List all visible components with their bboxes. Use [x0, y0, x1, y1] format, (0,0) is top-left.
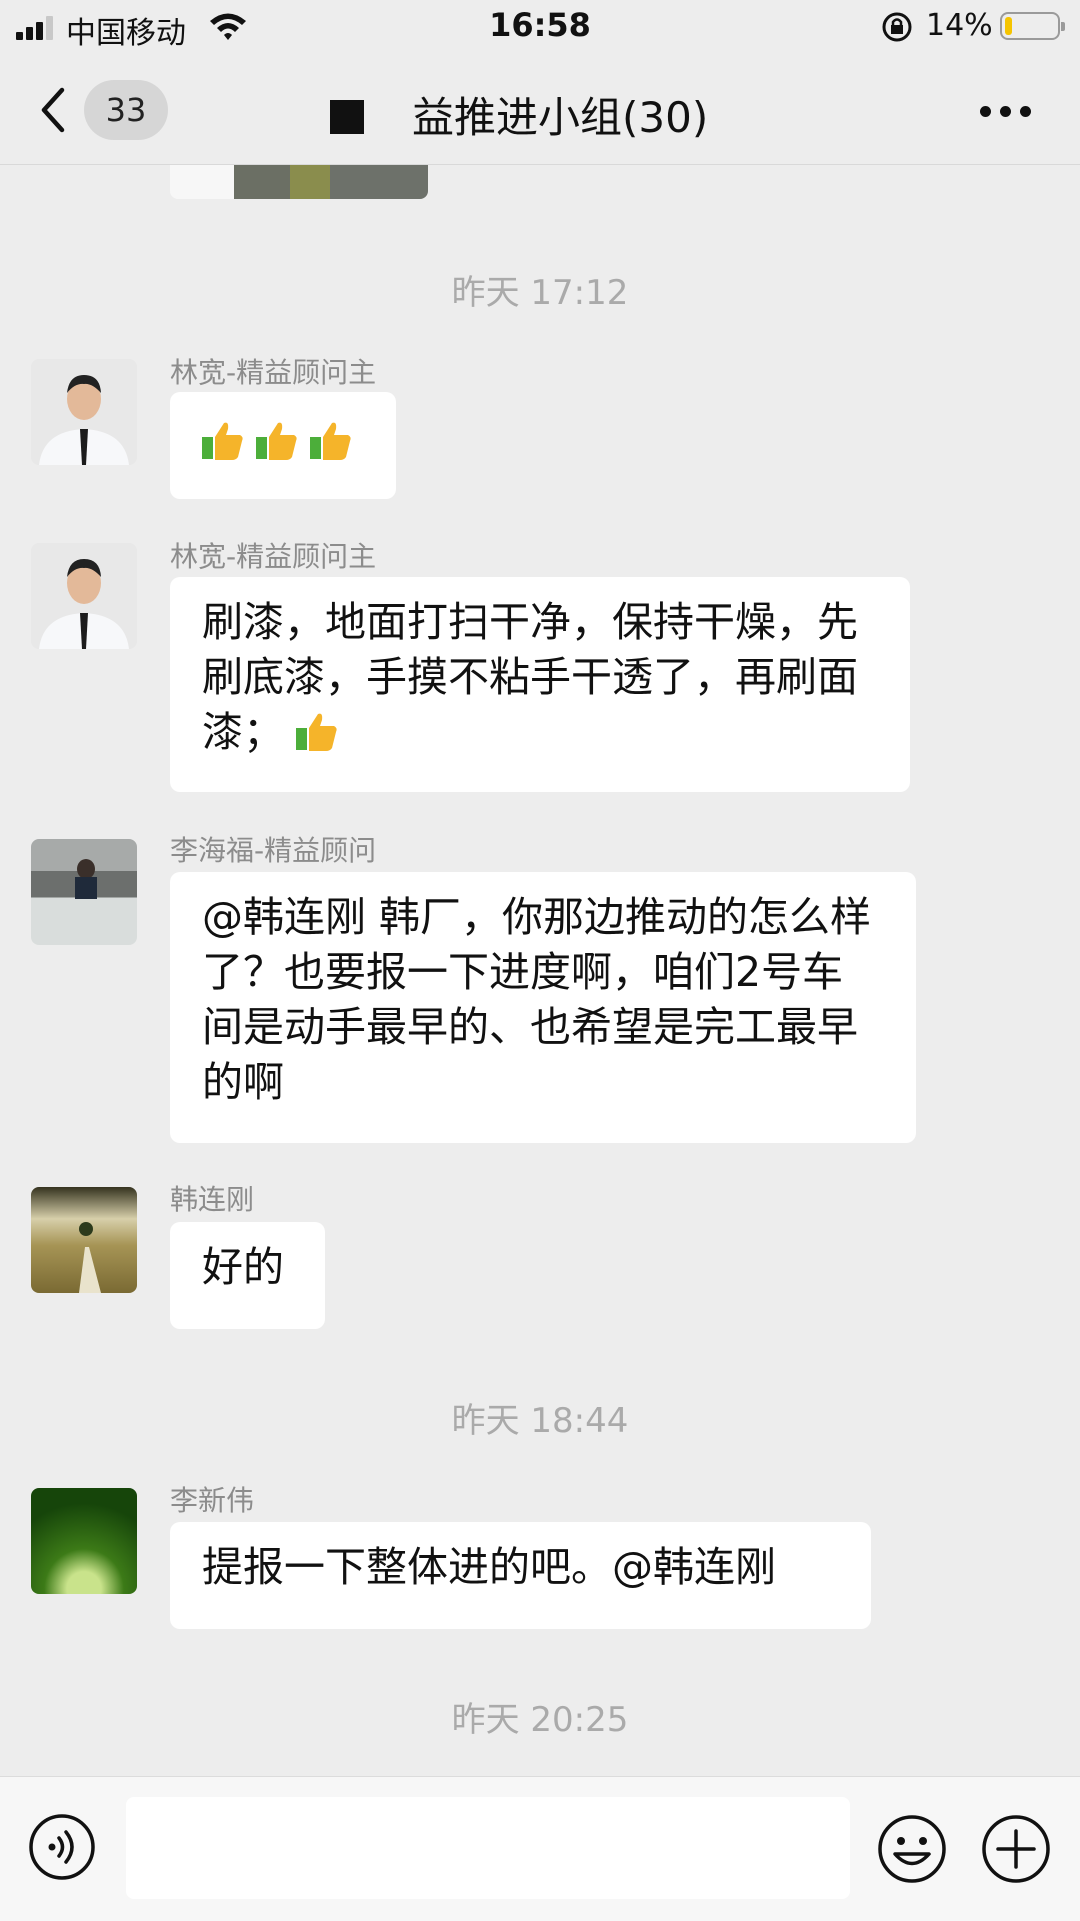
avatar[interactable] [31, 839, 137, 945]
clock: 16:58 [489, 6, 591, 44]
input-bar [0, 1776, 1080, 1921]
emoji-icon[interactable] [876, 1813, 948, 1885]
voice-icon[interactable] [28, 1813, 96, 1881]
sender-name: 林宽-精益顾问主 [170, 356, 377, 389]
battery-icon [1000, 12, 1065, 40]
avatar[interactable] [31, 1187, 137, 1293]
thumbs-up-icon [310, 422, 351, 460]
previous-image-message[interactable] [170, 165, 428, 199]
message-bubble[interactable]: 提报一下整体进的吧。@韩连刚 [170, 1522, 871, 1629]
message-text: 好的 [202, 1243, 284, 1291]
timestamp: 昨天 17:12 [451, 273, 629, 313]
status-bar: 中国移动 16:58 14% [0, 0, 1080, 56]
chat-title: 益推进小组(30) [412, 93, 709, 142]
timestamp: 昨天 20:25 [451, 1700, 629, 1740]
battery-percent: 14% [926, 8, 993, 43]
chat-header: 33 益推进小组(30) [0, 56, 1080, 165]
battery-level-fill [1005, 17, 1012, 35]
message-list[interactable]: 昨天 17:12 林宽-精益顾问主 林宽-精益顾问主 刷漆，地面打扫干净，保持干… [0, 165, 1080, 1775]
back-chevron-icon[interactable] [38, 86, 68, 134]
message-bubble[interactable]: 刷漆，地面打扫干净，保持干燥，先刷底漆，手摸不粘手干透了，再刷面漆； [170, 577, 910, 792]
message-input[interactable] [126, 1797, 850, 1899]
sender-name: 韩连刚 [170, 1183, 255, 1216]
redacted-mark [330, 100, 364, 134]
unread-count-badge[interactable]: 33 [84, 80, 168, 140]
thumbs-up-icon [256, 422, 297, 460]
timestamp: 昨天 18:44 [451, 1401, 629, 1441]
rotation-lock-icon [882, 12, 912, 42]
message-bubble[interactable] [170, 392, 396, 499]
more-dots-icon[interactable] [980, 106, 1032, 118]
avatar[interactable] [31, 543, 137, 649]
avatar[interactable] [31, 1488, 137, 1594]
message-text: 提报一下整体进的吧。@韩连刚 [202, 1543, 776, 1591]
message-bubble[interactable]: @韩连刚 韩厂，你那边推动的怎么样了？也要报一下进度啊，咱们2号车间是动手最早的… [170, 872, 916, 1143]
plus-icon[interactable] [980, 1813, 1052, 1885]
avatar[interactable] [31, 359, 137, 465]
thumbs-up-icon [202, 422, 243, 460]
sender-name: 林宽-精益顾问主 [170, 540, 377, 573]
thumbs-up-icon [296, 713, 337, 751]
message-bubble[interactable]: 好的 [170, 1222, 325, 1329]
sender-name: 李新伟 [170, 1484, 255, 1517]
message-text: @韩连刚 韩厂，你那边推动的怎么样了？也要报一下进度啊，咱们2号车间是动手最早的… [202, 893, 872, 1106]
sender-name: 李海福-精益顾问 [170, 834, 377, 867]
